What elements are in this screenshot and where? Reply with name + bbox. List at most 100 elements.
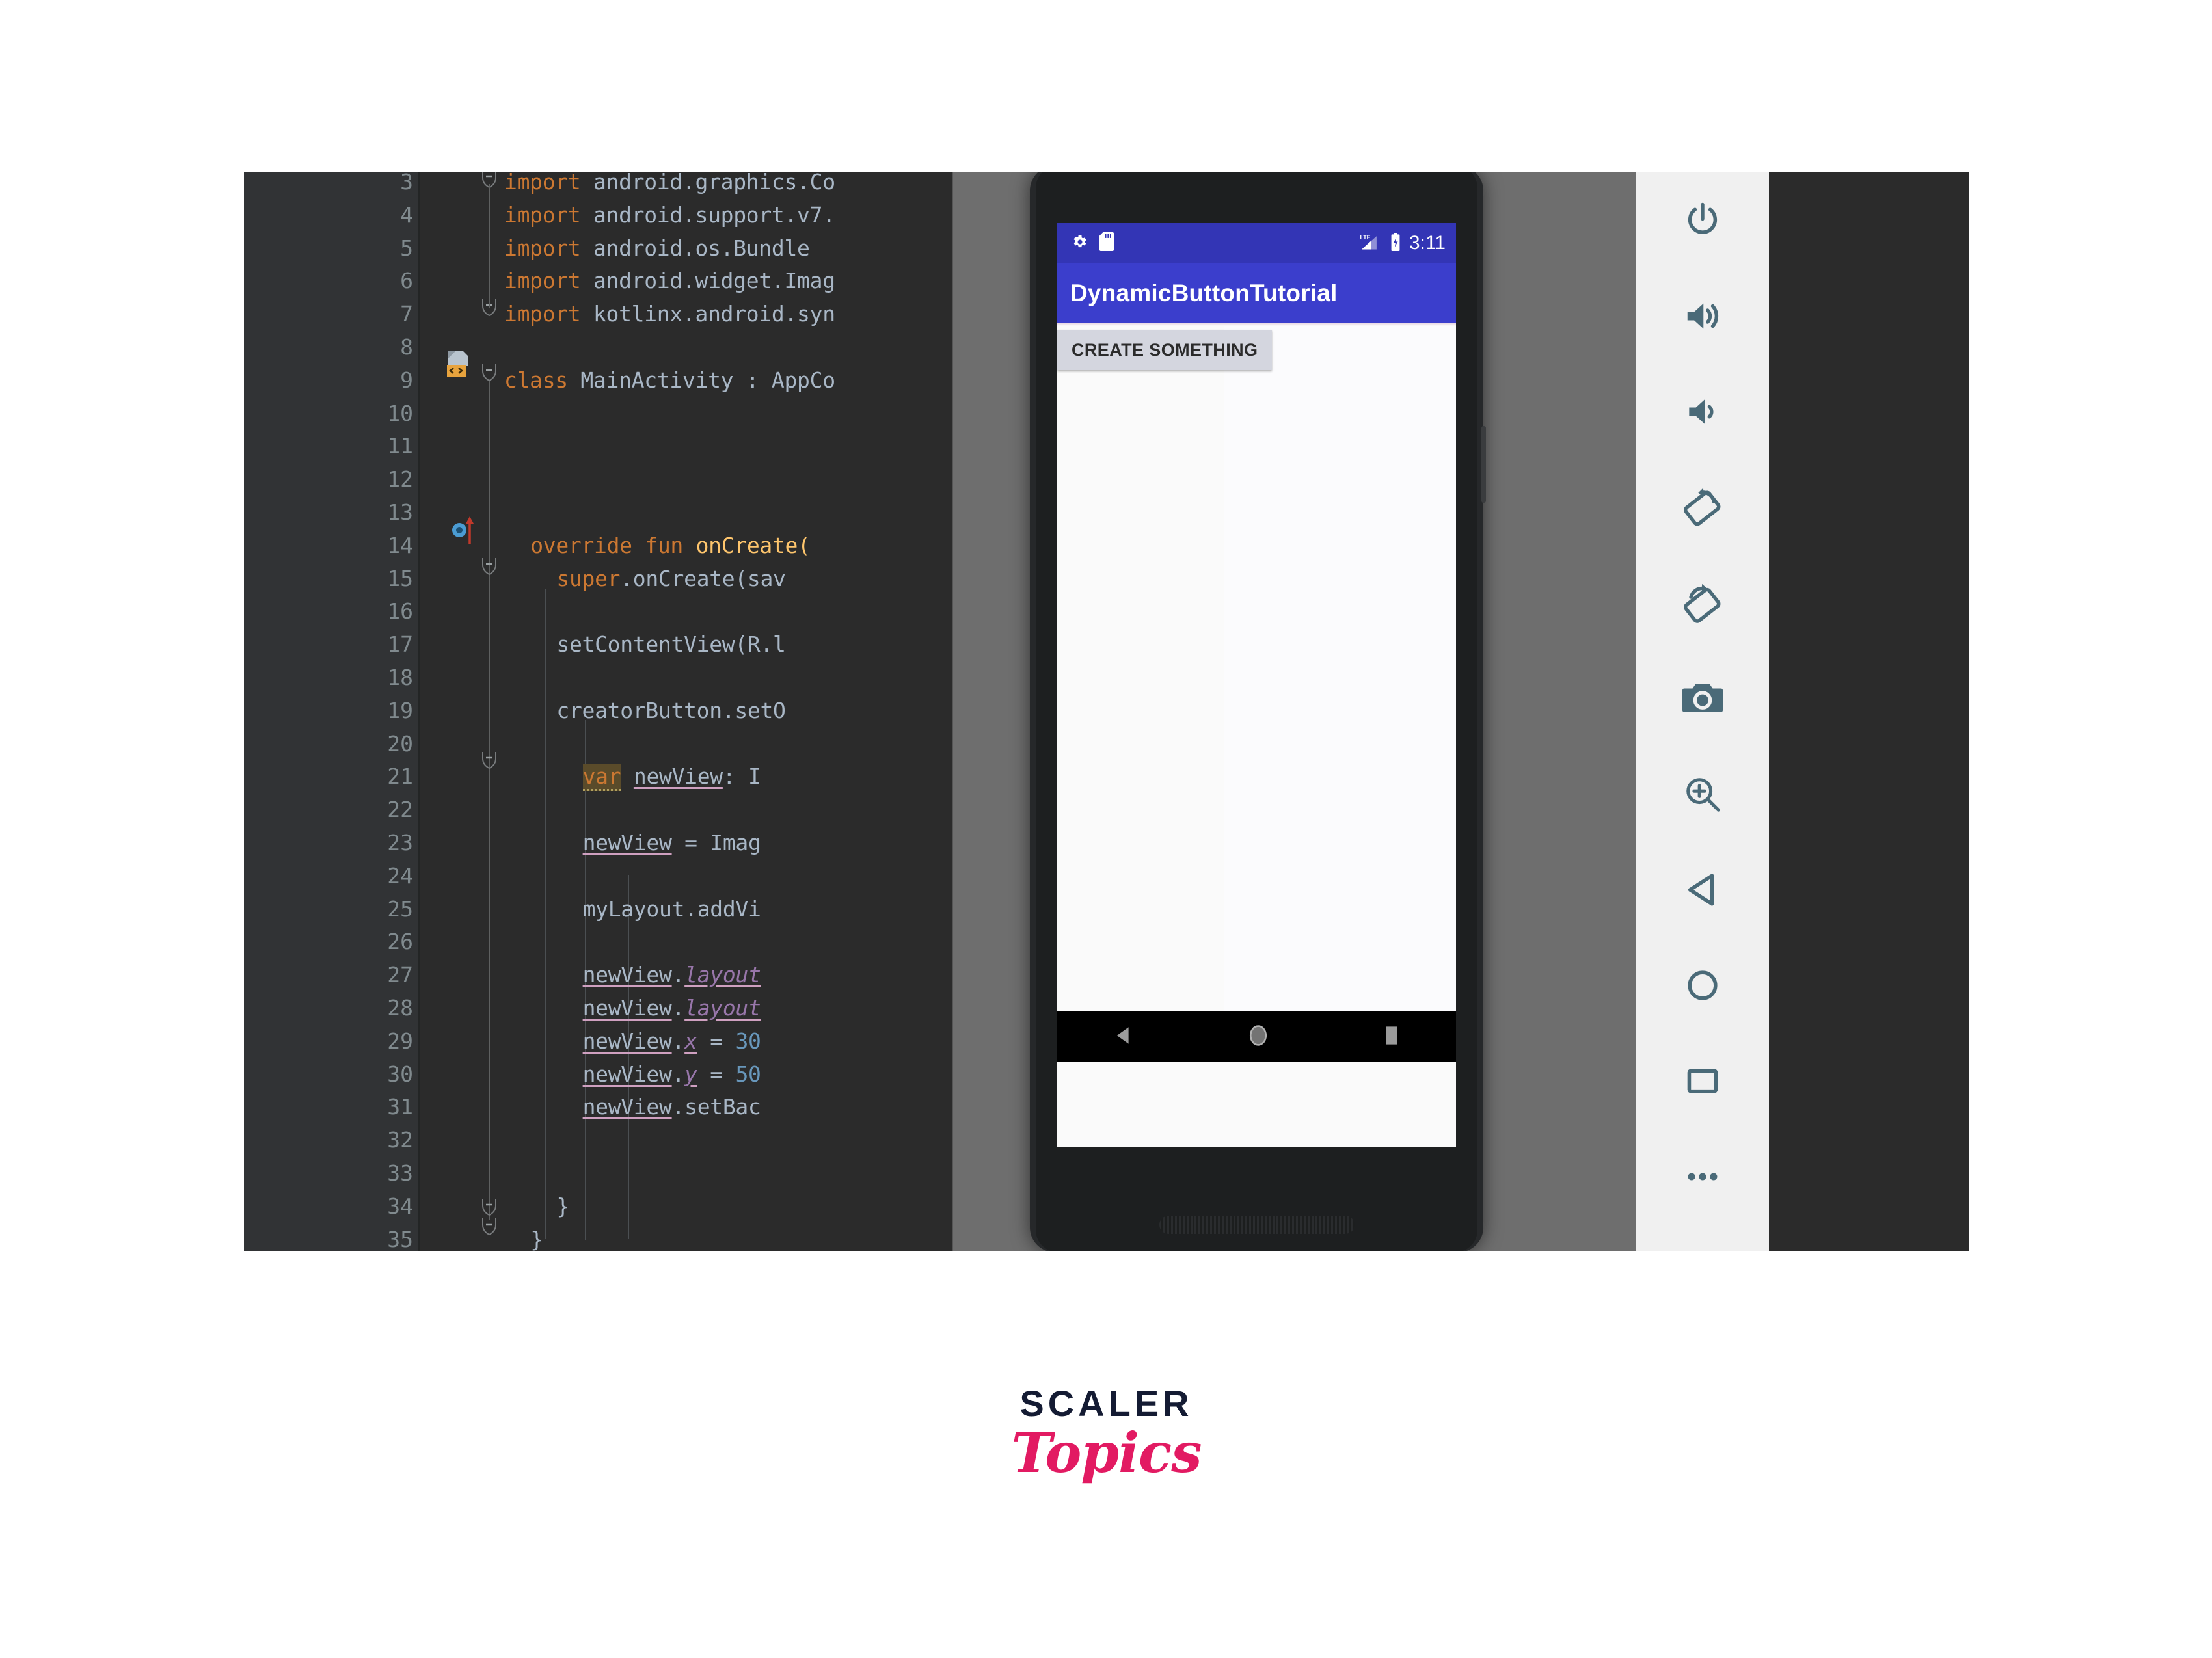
code-line[interactable]: 8 [244,331,953,364]
code-line[interactable]: 17 setContentView(R.l [244,628,953,662]
code-line[interactable]: 11 [244,430,953,463]
kotlin-code-editor[interactable]: 3 import android.graphics.Co 4 import andro… [244,172,953,1251]
create-something-button[interactable]: CREATE SOMETHING [1057,330,1273,370]
code-line[interactable]: 9 class MainActivity : AppCo [244,364,953,397]
fold-region-line [489,381,490,1220]
line-number: 30 [387,1061,413,1087]
code-line[interactable]: 22 [244,794,953,827]
code-text: override fun onCreate( [530,532,811,558]
app-content-area[interactable]: CREATE SOMETHING [1057,326,1456,1062]
code-text: newView.layout [582,962,761,988]
code-line[interactable]: 14 override fun onCreate( [244,529,953,563]
code-text: } [556,1193,569,1219]
rotate-left-icon[interactable] [1636,459,1769,555]
overview-icon[interactable] [1636,1033,1769,1129]
code-line[interactable]: 20 [244,728,953,761]
fold-marker-icon[interactable] [481,1199,498,1216]
fold-marker-icon[interactable] [481,750,498,769]
code-line[interactable]: 19 creatorButton.setO [244,695,953,728]
line-number: 27 [387,962,413,988]
line-number: 32 [387,1127,413,1153]
code-text: import android.support.v7. [504,202,835,228]
code-line[interactable]: 35} [244,1223,953,1251]
camera-icon[interactable] [1636,650,1769,746]
line-number: 12 [387,466,413,492]
code-line[interactable]: 34} [244,1190,953,1223]
kotlin-class-icon[interactable] [446,349,473,377]
line-number: 7 [400,301,413,327]
back-icon[interactable] [1636,842,1769,937]
line-number: 17 [387,632,413,658]
code-line[interactable]: 25 myLayout.addVi [244,893,953,926]
code-line[interactable]: 32 [244,1124,953,1157]
volume-up-icon[interactable] [1636,268,1769,364]
code-line[interactable]: 27 newView.layout [244,959,953,992]
code-text: import android.graphics.Co [504,172,835,194]
phone-power-button[interactable] [1481,426,1486,503]
brand-primary-text: SCALER [1019,1383,1193,1424]
more-icon[interactable] [1636,1129,1769,1224]
home-circle-icon[interactable] [1248,1024,1269,1050]
line-number: 4 [400,202,413,228]
rotate-right-icon[interactable] [1636,555,1769,650]
code-text: creatorButton.setO [556,697,786,723]
back-triangle-icon[interactable] [1115,1026,1132,1048]
line-number: 9 [400,367,413,393]
code-line[interactable]: 21 var newView: I [244,760,953,794]
line-number: 20 [387,730,413,756]
line-number: 34 [387,1193,413,1219]
code-text: newView.y = 50 [582,1061,761,1087]
emulator-side-toolbar[interactable] [1636,172,1769,1251]
override-method-icon[interactable] [451,514,478,544]
svg-text:LTE: LTE [1360,234,1370,241]
code-text: import android.os.Bundle [504,235,810,261]
code-line[interactable]: 33 [244,1157,953,1190]
phone-speaker-grille [1159,1216,1355,1234]
code-line[interactable]: 18 [244,662,953,695]
code-line[interactable]: 5 import android.os.Bundle [244,232,953,265]
volume-down-icon[interactable] [1636,364,1769,459]
zoom-in-icon[interactable] [1636,746,1769,842]
line-number: 10 [387,400,413,426]
code-line[interactable]: 13 [244,496,953,529]
code-line[interactable]: 29 newView.x = 30 [244,1025,953,1058]
code-line[interactable]: 6 import android.widget.Imag [244,265,953,298]
phone-screen[interactable]: LTE 3:11 DynamicButtonTutorial CREATE SO… [1057,223,1456,1147]
fold-marker-icon[interactable] [481,1214,498,1236]
line-number: 16 [387,598,413,624]
code-line[interactable]: 28 newView.layout [244,992,953,1025]
code-line[interactable]: 30 newView.y = 50 [244,1058,953,1091]
phone-device-frame: LTE 3:11 DynamicButtonTutorial CREATE SO… [1030,172,1486,1251]
code-line[interactable]: 16 [244,595,953,628]
code-line[interactable]: 24 [244,860,953,893]
line-number: 6 [400,268,413,294]
home-icon[interactable] [1636,937,1769,1033]
code-text: newView.layout [582,995,761,1021]
code-line[interactable]: 15 super.onCreate(sav [244,563,953,596]
code-line[interactable]: 26 [244,926,953,959]
code-line[interactable]: 10 [244,397,953,431]
code-text: } [530,1226,543,1251]
android-navigation-bar[interactable] [1057,1011,1456,1062]
code-text: setContentView(R.l [556,632,786,658]
code-text: import android.widget.Imag [504,268,835,294]
line-number: 31 [387,1094,413,1120]
android-status-bar: LTE 3:11 [1057,223,1456,263]
scaler-topics-logo: SCALER Topics [1010,1382,1202,1506]
line-number: 19 [387,697,413,723]
fold-marker-icon[interactable] [481,556,498,576]
app-bar: DynamicButtonTutorial [1057,263,1456,323]
fold-marker-icon[interactable] [481,362,498,382]
code-line[interactable]: 31 newView.setBac [244,1091,953,1124]
code-line[interactable]: 12 [244,463,953,496]
code-line[interactable]: 7 import kotlinx.android.syn [244,298,953,331]
line-number: 14 [387,532,413,558]
power-icon[interactable] [1636,172,1769,268]
code-line[interactable]: 3 import android.graphics.Co [244,172,953,199]
code-line[interactable]: 4 import android.support.v7. [244,199,953,232]
code-line[interactable]: 23 newView = Imag [244,827,953,860]
app-title: DynamicButtonTutorial [1070,280,1338,306]
recents-square-icon[interactable] [1385,1026,1398,1049]
battery-charging-icon [1390,232,1401,254]
line-number: 35 [387,1226,413,1251]
